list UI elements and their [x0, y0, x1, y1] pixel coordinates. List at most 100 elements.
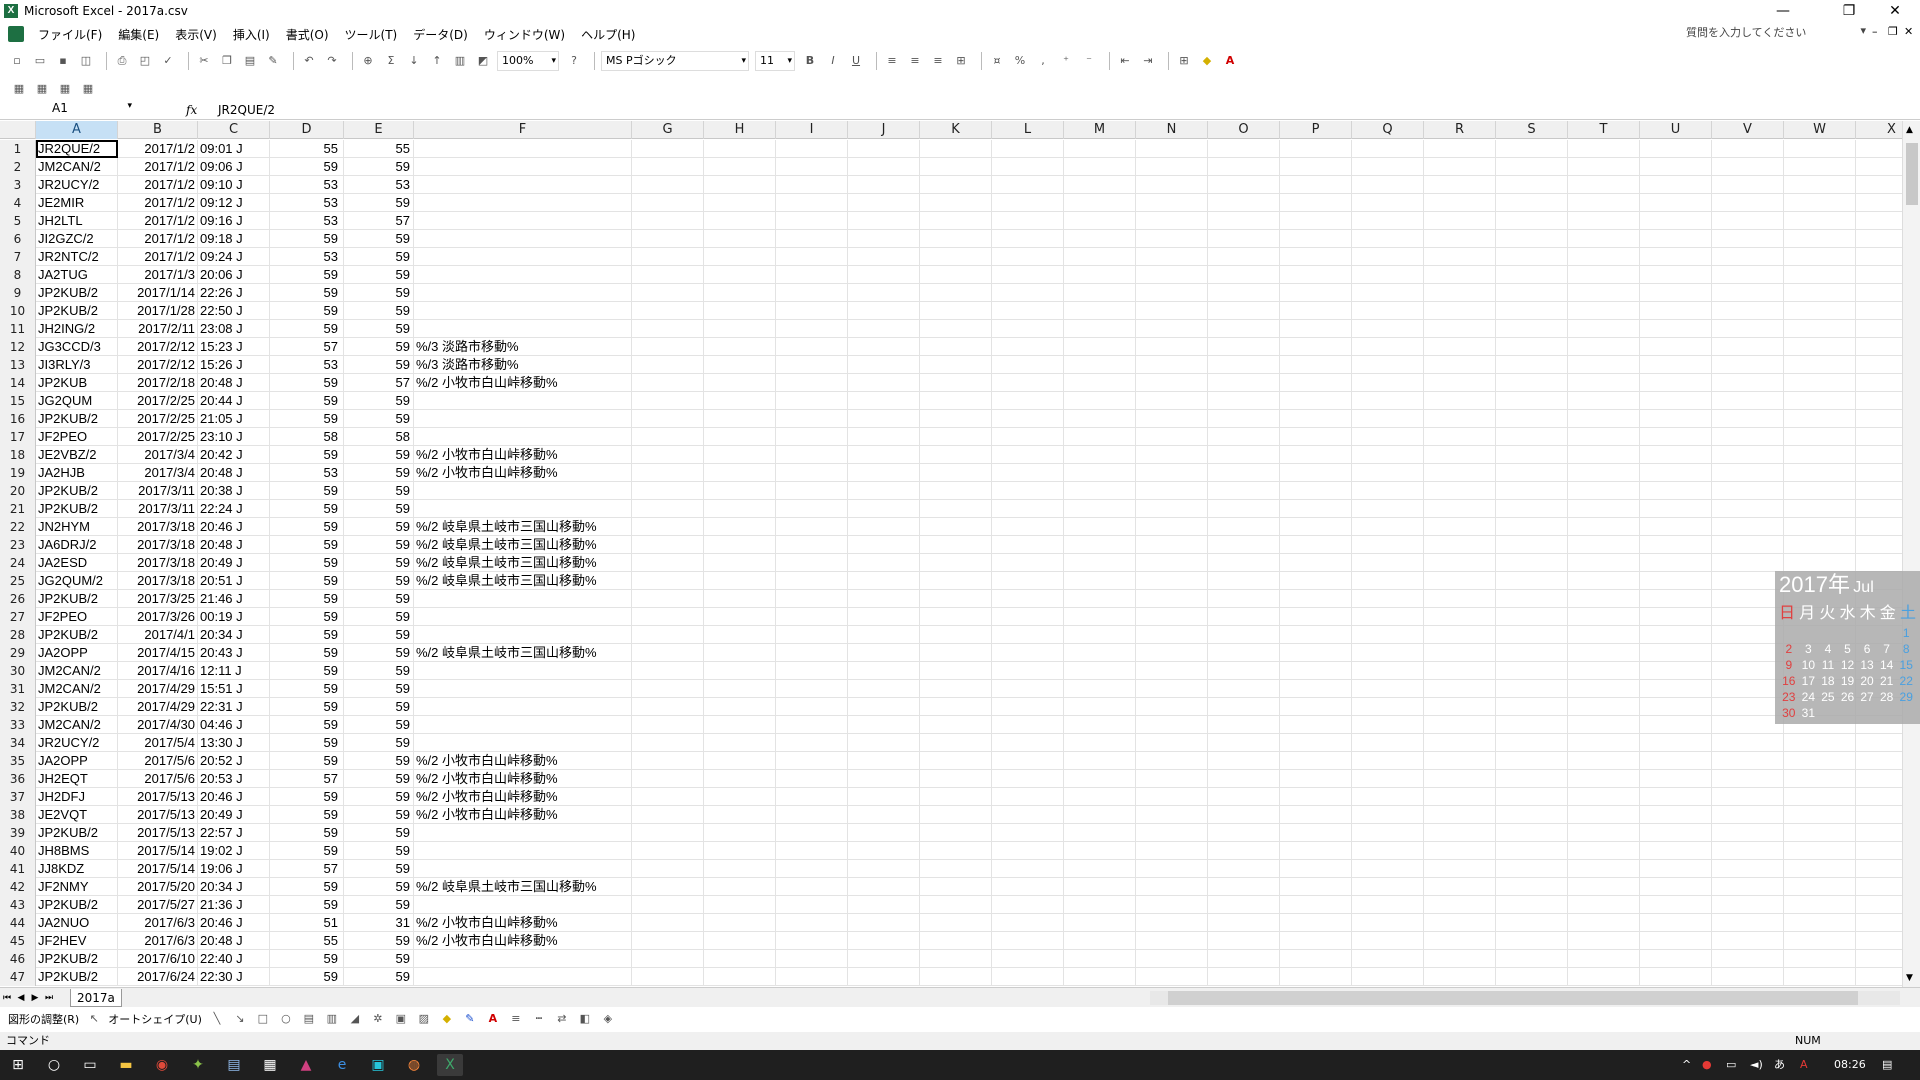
row-header[interactable]: 8	[0, 266, 36, 284]
empty-cells[interactable]	[632, 680, 1908, 698]
cell-f[interactable]: %/2 岐阜県土岐市三国山移動%	[414, 644, 632, 662]
align-left-icon[interactable]: ≡	[883, 52, 901, 70]
cell-a[interactable]: JP2KUB	[36, 374, 118, 392]
cell-d[interactable]: 59	[270, 788, 344, 806]
cell-a[interactable]: JA6DRJ/2	[36, 536, 118, 554]
cell-a[interactable]: JP2KUB/2	[36, 482, 118, 500]
column-header-i[interactable]: I	[776, 121, 848, 139]
cell-c[interactable]: 22:31 J	[198, 698, 270, 716]
menu-tools[interactable]: ツール(T)	[337, 26, 406, 43]
cell-d[interactable]: 53	[270, 176, 344, 194]
column-header-r[interactable]: R	[1424, 121, 1496, 139]
column-header-e[interactable]: E	[344, 121, 414, 139]
cell-f[interactable]	[414, 302, 632, 320]
cell-f[interactable]: %/2 小牧市白山峠移動%	[414, 932, 632, 950]
cell-e[interactable]: 59	[344, 860, 414, 878]
cell-d[interactable]: 55	[270, 932, 344, 950]
row-header[interactable]: 45	[0, 932, 36, 950]
column-header-w[interactable]: W	[1784, 121, 1856, 139]
save-icon[interactable]: ▪	[54, 52, 72, 70]
cell-b[interactable]: 2017/2/12	[118, 338, 198, 356]
print-icon[interactable]: ⎙	[113, 52, 131, 70]
cell-b[interactable]: 2017/5/13	[118, 806, 198, 824]
cell-d[interactable]: 59	[270, 644, 344, 662]
menu-file[interactable]: ファイル(F)	[30, 26, 110, 43]
cell-d[interactable]: 59	[270, 392, 344, 410]
empty-cells[interactable]	[632, 410, 1908, 428]
column-header-g[interactable]: G	[632, 121, 704, 139]
row-header[interactable]: 4	[0, 194, 36, 212]
horizontal-scrollbar[interactable]	[1150, 991, 1900, 1005]
network-icon[interactable]: ▭	[1726, 1050, 1736, 1080]
autoshape-button[interactable]: オートシェイプ(U)	[108, 1011, 202, 1027]
row-header[interactable]: 31	[0, 680, 36, 698]
rectangle-icon[interactable]: □	[254, 1010, 272, 1028]
empty-cells[interactable]	[632, 842, 1908, 860]
column-header-v[interactable]: V	[1712, 121, 1784, 139]
doc-restore-icon[interactable]: ❐	[1888, 25, 1898, 38]
cell-d[interactable]: 59	[270, 410, 344, 428]
cell-a[interactable]: JP2KUB/2	[36, 968, 118, 986]
drawing-icon[interactable]: ◩	[474, 52, 492, 70]
font-name-select[interactable]: MS Pゴシック ▾	[601, 51, 749, 71]
row-header[interactable]: 3	[0, 176, 36, 194]
cell-a[interactable]: JP2KUB/2	[36, 896, 118, 914]
app-icon-4[interactable]: ▣	[365, 1054, 391, 1076]
row-header[interactable]: 34	[0, 734, 36, 752]
cell-e[interactable]: 59	[344, 266, 414, 284]
row-header[interactable]: 29	[0, 644, 36, 662]
cell-c[interactable]: 09:12 J	[198, 194, 270, 212]
cell-e[interactable]: 59	[344, 644, 414, 662]
cell-a[interactable]: JI2GZC/2	[36, 230, 118, 248]
cell-e[interactable]: 59	[344, 464, 414, 482]
empty-cells[interactable]	[632, 428, 1908, 446]
cell-e[interactable]: 59	[344, 338, 414, 356]
empty-cells[interactable]	[632, 806, 1908, 824]
next-sheet-icon[interactable]: ▶	[28, 993, 42, 1003]
cell-e[interactable]: 59	[344, 320, 414, 338]
scroll-down-icon[interactable]: ▼	[1906, 973, 1913, 983]
cell-c[interactable]: 22:57 J	[198, 824, 270, 842]
cell-a[interactable]: JA2TUG	[36, 266, 118, 284]
empty-cells[interactable]	[632, 176, 1908, 194]
sort-ascending-icon[interactable]: ↓	[405, 52, 423, 70]
cut-icon[interactable]: ✂	[195, 52, 213, 70]
cell-a[interactable]: JP2KUB/2	[36, 824, 118, 842]
cell-f[interactable]	[414, 590, 632, 608]
formula-input[interactable]: JR2QUE/2	[218, 103, 275, 117]
cell-d[interactable]: 59	[270, 158, 344, 176]
excel-taskbar-icon[interactable]: X	[437, 1054, 463, 1076]
cell-a[interactable]: JE2VQT	[36, 806, 118, 824]
row-header[interactable]: 35	[0, 752, 36, 770]
edge-icon[interactable]: e	[329, 1054, 355, 1076]
row-header[interactable]: 46	[0, 950, 36, 968]
cell-d[interactable]: 59	[270, 446, 344, 464]
cell-c[interactable]: 00:19 J	[198, 608, 270, 626]
cell-d[interactable]: 53	[270, 464, 344, 482]
prev-sheet-icon[interactable]: ◀	[14, 993, 28, 1003]
cell-a[interactable]: JE2VBZ/2	[36, 446, 118, 464]
3d-icon[interactable]: ◈	[599, 1010, 617, 1028]
permission-icon[interactable]: ◫	[77, 52, 95, 70]
cell-c[interactable]: 09:01 J	[198, 140, 270, 158]
app-icon-2[interactable]: ▤	[221, 1054, 247, 1076]
empty-cells[interactable]	[632, 572, 1908, 590]
cell-d[interactable]: 59	[270, 950, 344, 968]
scroll-up-icon[interactable]: ▲	[1906, 125, 1913, 135]
empty-cells[interactable]	[632, 716, 1908, 734]
cell-f[interactable]	[414, 248, 632, 266]
cell-c[interactable]: 22:26 J	[198, 284, 270, 302]
row-header[interactable]: 17	[0, 428, 36, 446]
scroll-thumb[interactable]	[1906, 143, 1918, 205]
font-size-select[interactable]: 11 ▾	[755, 51, 795, 71]
fill-color-icon[interactable]: ◆	[1198, 52, 1216, 70]
row-header[interactable]: 27	[0, 608, 36, 626]
row-header[interactable]: 14	[0, 374, 36, 392]
row-header[interactable]: 10	[0, 302, 36, 320]
row-header[interactable]: 15	[0, 392, 36, 410]
cell-a[interactable]: JI3RLY/3	[36, 356, 118, 374]
cell-c[interactable]: 20:34 J	[198, 626, 270, 644]
row-header[interactable]: 40	[0, 842, 36, 860]
empty-cells[interactable]	[632, 950, 1908, 968]
row-header[interactable]: 20	[0, 482, 36, 500]
